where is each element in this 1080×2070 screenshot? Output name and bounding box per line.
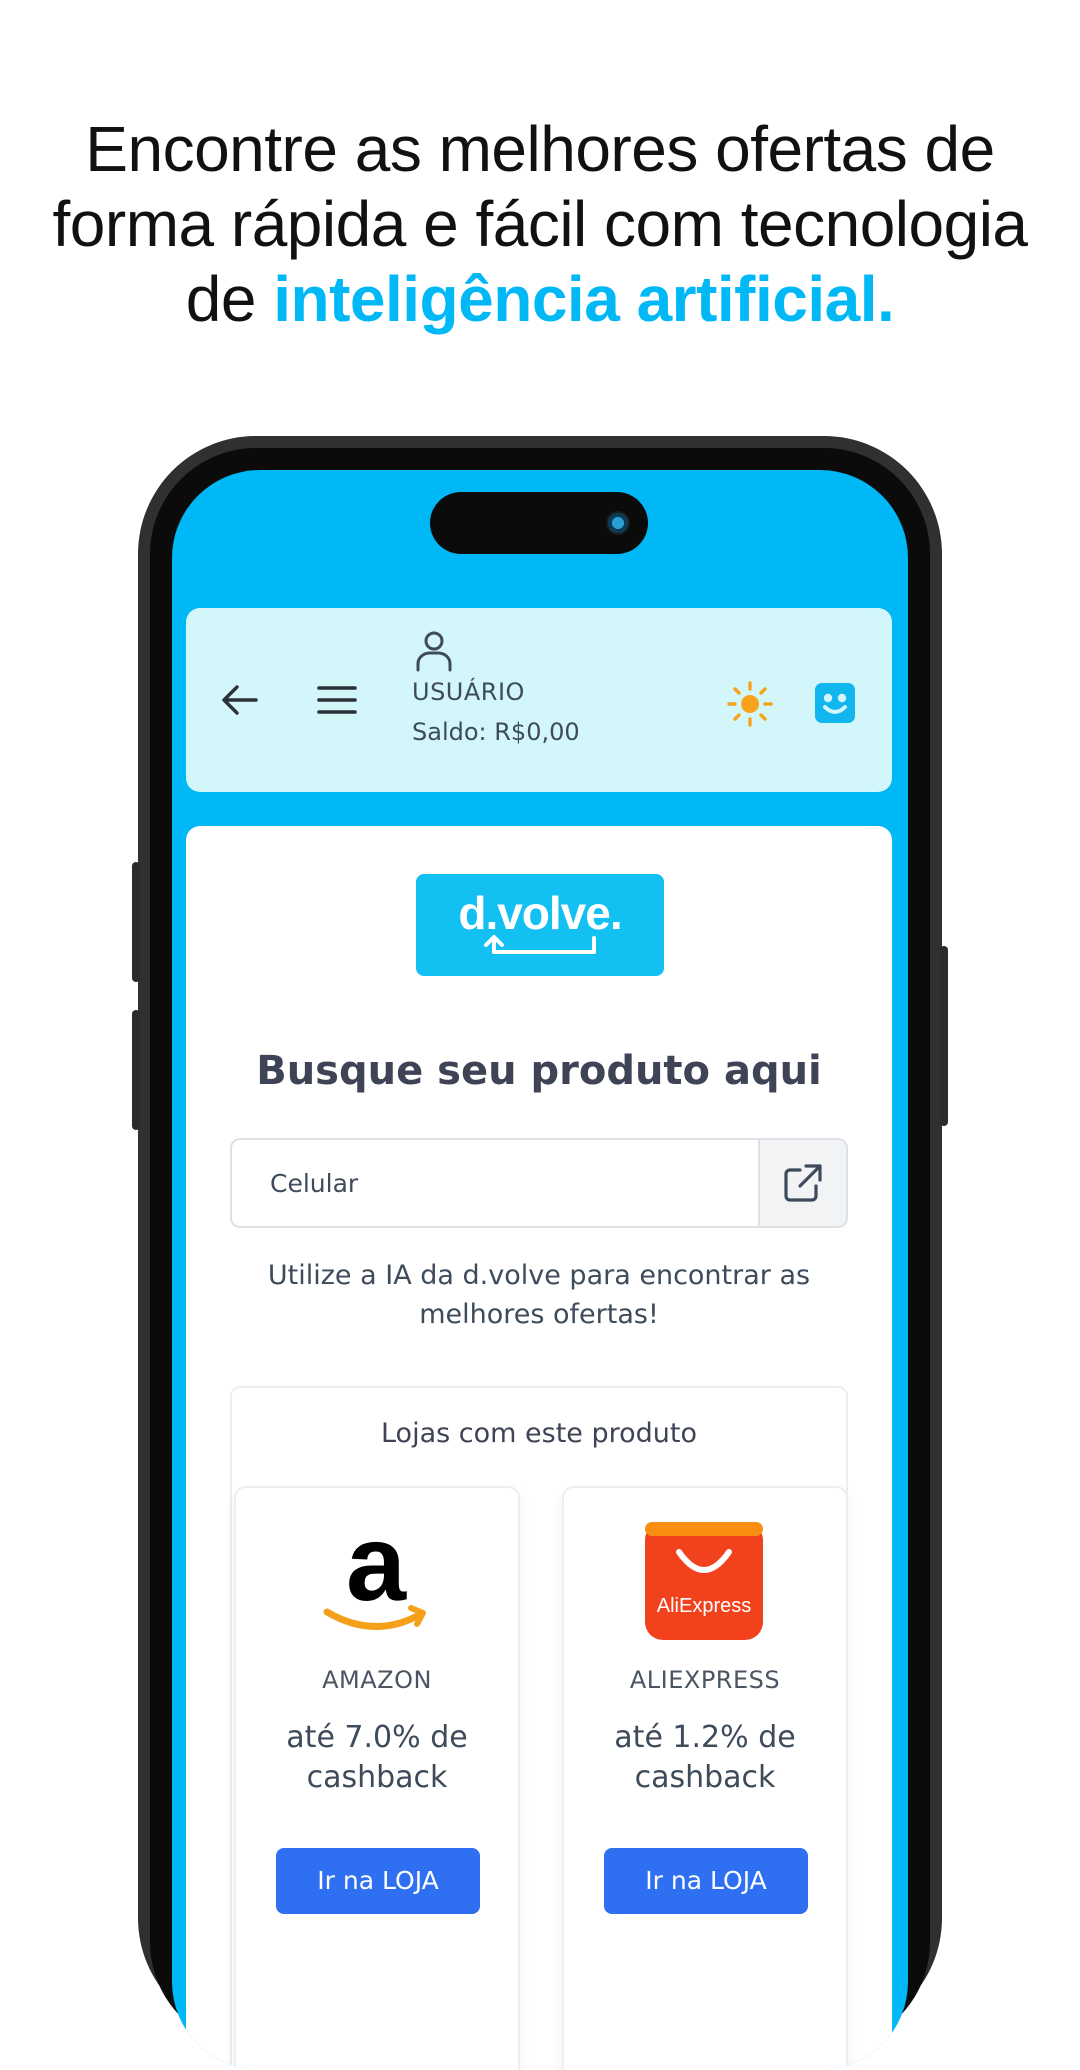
stores-panel: Lojas com este produto a AMAZON até 7.0%… (230, 1386, 848, 2070)
search-title: Busque seu produto aqui (256, 1048, 822, 1094)
phone-side-button-left-bottom (132, 1010, 140, 1130)
store-cashback: até 1.2% de cashback (614, 1720, 796, 1795)
headline-line-1: Encontre as melhores ofertas de (85, 113, 995, 185)
dynamic-island (430, 492, 648, 554)
search-submit-button[interactable] (758, 1140, 846, 1226)
store-cashback: até 7.0% de cashback (286, 1720, 468, 1795)
aliexpress-logo-text: AliExpress (657, 1595, 751, 1617)
headline: Encontre as melhores ofertas de forma rá… (40, 112, 1040, 337)
phone-screen: USUÁRIO Saldo: R$0,00 d.volve. Busque se… (172, 470, 908, 2070)
dvolve-logo: d.volve. (416, 874, 664, 976)
search-hint: Utilize a IA da d.volve para encontrar a… (267, 1260, 811, 1330)
headline-line-2: forma rápida e fácil com tecnologia (52, 188, 1029, 260)
go-to-store-button-amazon[interactable]: Ir na LOJA (276, 1848, 480, 1914)
search-input[interactable] (232, 1140, 758, 1226)
store-name: AMAZON (322, 1666, 432, 1694)
user-icon[interactable] (414, 630, 454, 672)
camera-icon (606, 511, 630, 535)
external-link-icon (784, 1164, 822, 1202)
phone-side-button-left-top (132, 862, 140, 982)
search-box (230, 1138, 848, 1228)
dvolve-logo-text: d.volve. (458, 887, 622, 939)
app-header: USUÁRIO Saldo: R$0,00 (186, 608, 892, 792)
amazon-logo: a (323, 1522, 426, 1630)
headline-highlight: inteligência artificial. (273, 263, 895, 335)
balance-text: Saldo: R$0,00 (412, 718, 580, 746)
hamburger-menu-icon[interactable] (316, 682, 358, 718)
main-card: d.volve. Busque seu produto aqui Utilize… (186, 826, 892, 2070)
aliexpress-logo: AliExpress (645, 1522, 763, 1640)
store-card-amazon: a AMAZON até 7.0% de cashback Ir na LOJA (234, 1486, 520, 2070)
headline-line-3: de inteligência artificial. (40, 262, 1040, 337)
return-arrow-icon (484, 935, 596, 954)
store-card-aliexpress: AliExpress ALIEXPRESS até 1.2% de cashba… (562, 1486, 848, 2070)
phone-side-button-right (940, 946, 948, 1126)
arrow-left-icon[interactable] (220, 682, 260, 718)
user-name: USUÁRIO (412, 678, 525, 706)
headline-prefix: de (185, 263, 274, 335)
svg-text:a: a (346, 1522, 407, 1623)
sun-icon[interactable] (726, 680, 774, 728)
go-to-store-button-aliexpress[interactable]: Ir na LOJA (604, 1848, 808, 1914)
store-name: ALIEXPRESS (629, 1666, 781, 1694)
stores-title: Lojas com este produto (380, 1418, 697, 1449)
robot-face-icon[interactable] (814, 682, 856, 724)
